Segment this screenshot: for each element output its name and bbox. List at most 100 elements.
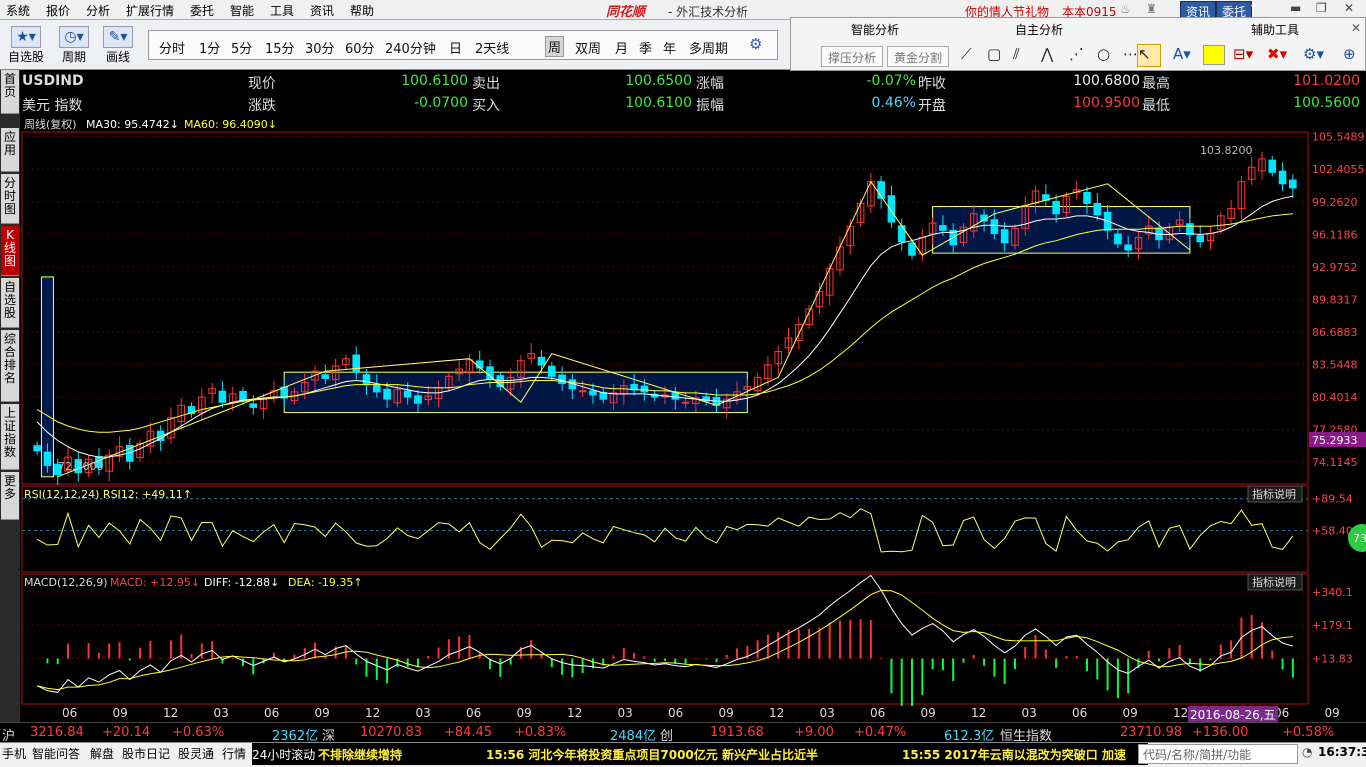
lingtong-link[interactable]: 股灵通 [178, 745, 214, 762]
menu-news[interactable]: 资讯 [310, 2, 334, 19]
menu-quote[interactable]: 报价 [46, 2, 70, 19]
fan-tool-icon[interactable]: ⋰ [1069, 45, 1084, 63]
add-icon[interactable]: ⊕ [1343, 45, 1356, 63]
golden-split-button[interactable]: 黄金分割 [887, 46, 950, 67]
rsi-help-label[interactable]: 指标说明 [1252, 487, 1296, 501]
alarm-icon[interactable]: ◔ [1302, 745, 1312, 759]
pressure-analysis-button[interactable]: 撑压分析 [821, 46, 884, 67]
sidebar-item-kline[interactable]: K线图 [1, 226, 19, 276]
market-link[interactable]: 行情 [222, 745, 246, 762]
time-tick-label: 12 [971, 706, 987, 720]
delete-icon[interactable]: ✖▾ [1267, 45, 1287, 63]
cycle-tool[interactable]: ◷▾ 周期 [54, 26, 94, 65]
menu-system[interactable]: 系统 [6, 2, 30, 19]
sidebar-item-home[interactable]: 首页 [1, 70, 19, 114]
smart-analysis-tab[interactable]: 智能分析 [851, 21, 899, 38]
kline-chart[interactable]: 105.5489 102.4055 99.2620 96.1186 92.9752 89.… [20, 118, 1366, 706]
period-1m[interactable]: 1分 [199, 38, 220, 57]
mobile-link[interactable]: 手机 [2, 745, 26, 762]
qa-link[interactable]: 智能问答 [32, 745, 80, 762]
diff-line [36, 574, 1294, 693]
restore-icon[interactable]: ❐ [1316, 1, 1327, 15]
price-tick-label: 102.4055 [1312, 163, 1365, 176]
time-tick-label: 12 [567, 706, 583, 720]
close-icon[interactable]: ✕ [1351, 21, 1361, 35]
parallel-tool-icon[interactable]: ⫽ [1013, 45, 1020, 63]
candle-body [249, 403, 258, 408]
candle-body [1114, 233, 1122, 245]
save-icon[interactable]: ⊟▾ [1233, 45, 1253, 63]
wave-tool-icon[interactable]: ⋀ [1041, 45, 1053, 63]
line-tool-icon[interactable]: ⟋ [961, 45, 972, 63]
period-60m[interactable]: 60分 [345, 38, 375, 57]
ellipse-tool-icon[interactable]: ○ [1097, 45, 1110, 63]
news-ticker[interactable]: 24小时滚动 不排除继续增持 15:56 河北今年将投资重点项目7000亿元 新… [252, 743, 1148, 765]
change-pct-label: 涨幅 [696, 76, 724, 92]
more-tools-icon[interactable]: ⋯ [1123, 45, 1138, 63]
shirt-icon[interactable]: ♜ [1146, 2, 1157, 16]
low-value: 100.5600 [1293, 95, 1360, 111]
macd-help-label[interactable]: 指标说明 [1252, 575, 1296, 589]
menu-smart[interactable]: 智能 [230, 2, 254, 19]
candle-body [887, 195, 896, 223]
price-tick-label: 92.9752 [1312, 261, 1358, 274]
period-tick[interactable]: 分时 [159, 38, 185, 57]
candle-body [537, 356, 546, 366]
rect-tool-icon[interactable]: ▢ [987, 45, 1001, 63]
period-240m[interactable]: 240分钟 [385, 38, 436, 57]
menu-analysis[interactable]: 分析 [86, 2, 110, 19]
period-season[interactable]: 季 [639, 38, 652, 57]
bell-icon[interactable]: ♨ [1120, 2, 1131, 16]
candle-body [1093, 202, 1102, 216]
sidebar-item-apps[interactable]: 应用 [1, 128, 19, 172]
gear-icon[interactable]: ⚙ [749, 35, 762, 53]
period-month[interactable]: 月 [615, 38, 628, 57]
bid-label: 买入 [472, 98, 500, 114]
period-2week[interactable]: 双周 [575, 38, 601, 57]
period-week[interactable]: 周 [545, 36, 565, 57]
chevron-down-icon[interactable]: ▾ [1251, 2, 1256, 13]
news-item-3[interactable]: 15:55 2017年云南以混改为突破口 加速 [902, 746, 1126, 763]
settings-icon[interactable]: ⚙▾ [1303, 45, 1324, 63]
news-button[interactable]: 资讯 [1180, 1, 1217, 19]
close-icon[interactable]: ✕ [1344, 1, 1354, 15]
period-30m[interactable]: 30分 [305, 38, 335, 57]
watchlist-tool[interactable]: ★▾ 自选股 [6, 26, 46, 65]
pencil-icon: ✎▾ [103, 26, 133, 48]
cursor-icon[interactable]: ↖ [1137, 44, 1161, 67]
period-15m[interactable]: 15分 [265, 38, 295, 57]
time-tick-label: 03 [1021, 706, 1037, 720]
sidebar-item-more[interactable]: 更多 [1, 472, 19, 520]
search-input[interactable]: 代码/名称/简拼/功能 [1138, 744, 1298, 764]
period-5m[interactable]: 5分 [231, 38, 252, 57]
period-2day[interactable]: 2天线 [475, 38, 509, 57]
news-item-2[interactable]: 15:56 河北今年将投资重点项目7000亿元 新兴产业占比近半 [486, 746, 818, 763]
menu-extended[interactable]: 扩展行情 [126, 2, 174, 19]
period-multi[interactable]: 多周期 [689, 38, 728, 57]
aux-tools-tab[interactable]: 辅助工具 [1251, 21, 1299, 38]
symbol-name: 美元 指数 [22, 98, 83, 114]
draw-tool[interactable]: ✎▾ 画线 [98, 26, 138, 65]
self-analysis-tab[interactable]: 自主分析 [1015, 21, 1063, 38]
text-tool-icon[interactable]: A▾ [1173, 45, 1191, 63]
menu-order[interactable]: 委托 [190, 2, 214, 19]
diary-link[interactable]: 股市日记 [122, 745, 170, 762]
sidebar-item-ranking[interactable]: 综合排名 [1, 330, 19, 402]
menu-help[interactable]: 帮助 [350, 2, 374, 19]
color-swatch[interactable] [1203, 45, 1225, 65]
candle-body [239, 390, 247, 401]
trade-button[interactable]: 委托 [1216, 1, 1253, 19]
sh-value: 3216.84 [30, 725, 84, 740]
sidebar-item-watchlist[interactable]: 自选股 [1, 278, 19, 328]
menu-tools[interactable]: 工具 [270, 2, 294, 19]
analysis-link[interactable]: 解盘 [90, 745, 114, 762]
period-day[interactable]: 日 [449, 38, 462, 57]
analysis-panel: 智能分析 自主分析 辅助工具 ✕ 撑压分析 黄金分割 ⟋ ▢ ⫽ ⋀ ⋰ ○ ⋯… [790, 17, 1366, 71]
sidebar-item-shindex[interactable]: 上证指数 [1, 404, 19, 470]
minimize-icon[interactable]: ▬ [1290, 1, 1301, 15]
news-item-1[interactable]: 不排除继续增持 [318, 746, 402, 763]
sidebar-item-timeshare[interactable]: 分时图 [1, 174, 19, 224]
rolling-label: 24小时滚动 [252, 748, 316, 762]
period-year[interactable]: 年 [663, 38, 676, 57]
last-price-tag-text: 75.2933 [1312, 434, 1358, 447]
